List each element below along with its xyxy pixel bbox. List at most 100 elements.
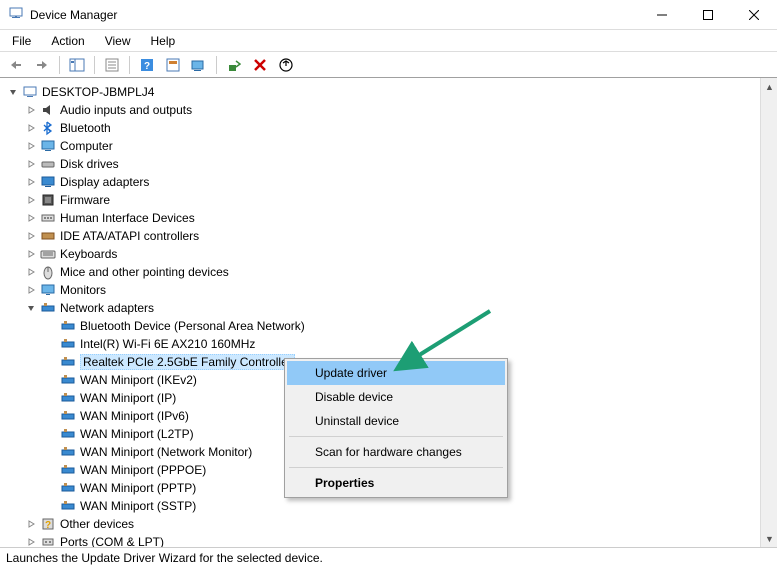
tree-category-bluetooth[interactable]: Bluetooth (2, 119, 777, 137)
context-menu-uninstall-device[interactable]: Uninstall device (287, 409, 505, 433)
tree-category-other[interactable]: ? Other devices (2, 515, 777, 533)
network-icon (40, 300, 56, 316)
chevron-right-icon[interactable] (24, 283, 38, 297)
tree-device-wan-sstp[interactable]: WAN Miniport (SSTP) (2, 497, 777, 515)
help-button[interactable]: ? (135, 54, 159, 76)
network-adapter-icon (60, 444, 76, 460)
network-adapter-icon (60, 480, 76, 496)
chevron-right-icon[interactable] (24, 211, 38, 225)
tree-node-label: WAN Miniport (PPTP) (80, 481, 196, 495)
tree-category-display[interactable]: Display adapters (2, 173, 777, 191)
menu-view[interactable]: View (97, 32, 139, 50)
tree-node-label: Ports (COM & LPT) (60, 535, 164, 547)
close-button[interactable] (731, 0, 777, 30)
chevron-down-icon[interactable] (6, 85, 20, 99)
chevron-right-icon[interactable] (24, 265, 38, 279)
action-icon[interactable] (161, 54, 185, 76)
tree-category-monitors[interactable]: Monitors (2, 281, 777, 299)
tree-category-hid[interactable]: Human Interface Devices (2, 209, 777, 227)
chevron-right-icon[interactable] (24, 157, 38, 171)
toolbar-separator (129, 56, 130, 74)
tree-category-computer[interactable]: Computer (2, 137, 777, 155)
tree-node-label: Mice and other pointing devices (60, 265, 229, 279)
tree-category-mice[interactable]: Mice and other pointing devices (2, 263, 777, 281)
keyboard-icon (40, 246, 56, 262)
chevron-right-icon[interactable] (24, 535, 38, 547)
menubar: File Action View Help (0, 30, 777, 52)
tree-node-label: Disk drives (60, 157, 119, 171)
network-adapter-icon (60, 408, 76, 424)
update-driver-button[interactable] (222, 54, 246, 76)
scroll-up-icon[interactable]: ▲ (761, 78, 777, 95)
chevron-down-icon[interactable] (24, 301, 38, 315)
menu-help[interactable]: Help (143, 32, 184, 50)
computer-icon (22, 84, 38, 100)
tree-node-label: Display adapters (60, 175, 149, 189)
tree-device-wifi[interactable]: Intel(R) Wi-Fi 6E AX210 160MHz (2, 335, 777, 353)
show-hide-tree-button[interactable] (65, 54, 89, 76)
bluetooth-icon (40, 120, 56, 136)
context-menu-separator (289, 467, 503, 468)
app-icon (8, 5, 24, 24)
tree-category-ports[interactable]: Ports (COM & LPT) (2, 533, 777, 547)
disable-button[interactable] (274, 54, 298, 76)
network-adapter-icon (60, 336, 76, 352)
tree-category-ide[interactable]: IDE ATA/ATAPI controllers (2, 227, 777, 245)
network-adapter-icon (60, 426, 76, 442)
tree-node-label: IDE ATA/ATAPI controllers (60, 229, 199, 243)
tree-root[interactable]: DESKTOP-JBMPLJ4 (2, 83, 777, 101)
scroll-down-icon[interactable]: ▼ (761, 530, 777, 547)
chevron-right-icon[interactable] (24, 175, 38, 189)
tree-node-label: WAN Miniport (PPPOE) (80, 463, 206, 477)
context-menu-disable-device[interactable]: Disable device (287, 385, 505, 409)
maximize-button[interactable] (685, 0, 731, 30)
tree-node-label: Other devices (60, 517, 134, 531)
tree-node-label: Network adapters (60, 301, 154, 315)
context-menu-update-driver[interactable]: Update driver (287, 361, 505, 385)
uninstall-button[interactable] (248, 54, 272, 76)
tree-node-label: WAN Miniport (Network Monitor) (80, 445, 252, 459)
toolbar-separator (59, 56, 60, 74)
network-adapter-icon (60, 354, 76, 370)
computer-icon (40, 138, 56, 154)
properties-button[interactable] (100, 54, 124, 76)
ports-icon (40, 534, 56, 547)
tree-node-label: WAN Miniport (IP) (80, 391, 176, 405)
statusbar: Launches the Update Driver Wizard for th… (0, 547, 777, 567)
chevron-right-icon[interactable] (24, 517, 38, 531)
chevron-right-icon[interactable] (24, 139, 38, 153)
minimize-button[interactable] (639, 0, 685, 30)
vertical-scrollbar[interactable]: ▲ ▼ (760, 78, 777, 547)
tree-node-label: WAN Miniport (L2TP) (80, 427, 194, 441)
svg-text:?: ? (45, 520, 51, 531)
chevron-right-icon[interactable] (24, 193, 38, 207)
monitor-icon (40, 282, 56, 298)
tree-category-disk[interactable]: Disk drives (2, 155, 777, 173)
chevron-right-icon[interactable] (24, 103, 38, 117)
tree-category-network[interactable]: Network adapters (2, 299, 777, 317)
chevron-right-icon[interactable] (24, 121, 38, 135)
network-adapter-icon (60, 372, 76, 388)
context-menu-properties[interactable]: Properties (287, 471, 505, 495)
svg-text:?: ? (144, 61, 150, 72)
menu-file[interactable]: File (4, 32, 39, 50)
forward-button[interactable] (30, 54, 54, 76)
tree-category-audio[interactable]: Audio inputs and outputs (2, 101, 777, 119)
mouse-icon (40, 264, 56, 280)
back-button[interactable] (4, 54, 28, 76)
tree-node-label: Keyboards (60, 247, 117, 261)
context-menu: Update driver Disable device Uninstall d… (284, 358, 508, 498)
tree-device-bt[interactable]: Bluetooth Device (Personal Area Network) (2, 317, 777, 335)
context-menu-separator (289, 436, 503, 437)
toolbar-separator (94, 56, 95, 74)
chevron-right-icon[interactable] (24, 229, 38, 243)
tree-category-keyboards[interactable]: Keyboards (2, 245, 777, 263)
scan-hardware-button[interactable] (187, 54, 211, 76)
menu-action[interactable]: Action (43, 32, 92, 50)
tree-category-firmware[interactable]: Firmware (2, 191, 777, 209)
tree-node-label: WAN Miniport (IPv6) (80, 409, 189, 423)
chevron-right-icon[interactable] (24, 247, 38, 261)
tree-node-label: Bluetooth Device (Personal Area Network) (80, 319, 305, 333)
context-menu-scan-hardware[interactable]: Scan for hardware changes (287, 440, 505, 464)
tree-node-label: Audio inputs and outputs (60, 103, 192, 117)
